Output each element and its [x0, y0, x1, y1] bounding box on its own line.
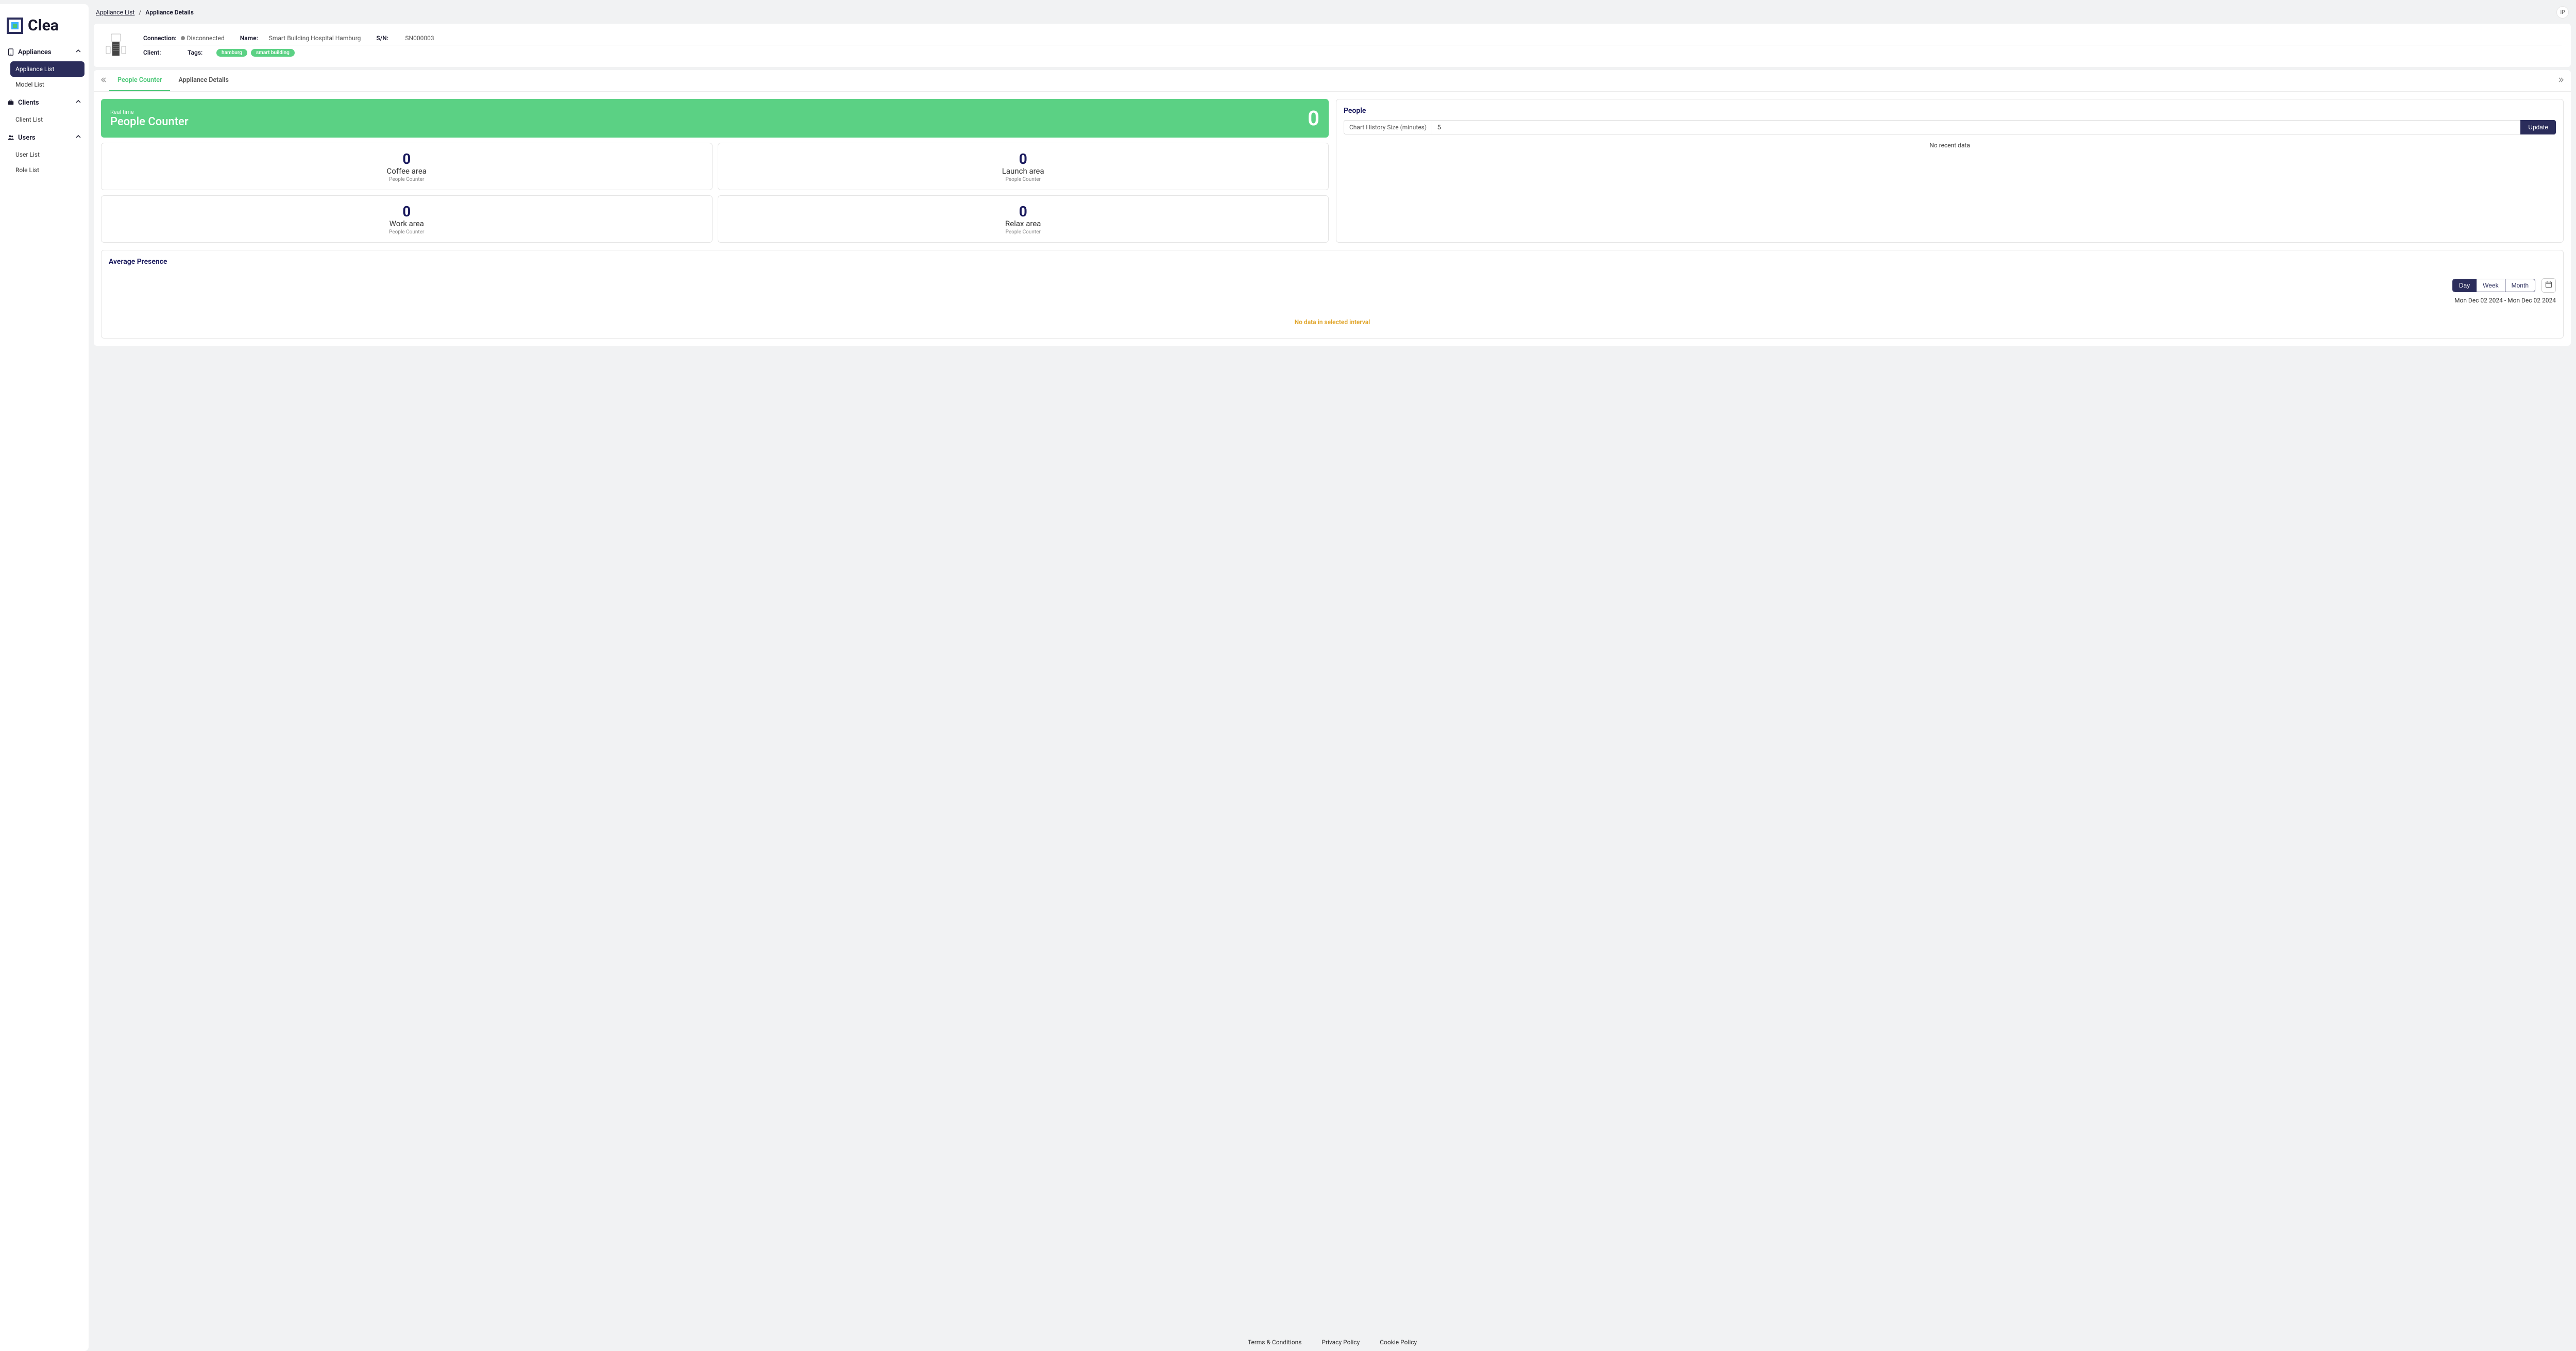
- sn-value: SN000003: [405, 35, 434, 42]
- connection-label: Connection:: [143, 35, 177, 42]
- status-dot-icon: [181, 36, 185, 40]
- footer-terms-link[interactable]: Terms & Conditions: [1248, 1339, 1302, 1346]
- chevron-up-icon: [75, 133, 81, 142]
- history-size-label: Chart History Size (minutes): [1344, 120, 1432, 134]
- segment-day[interactable]: Day: [2453, 279, 2476, 292]
- calendar-button[interactable]: [2541, 278, 2556, 293]
- tablet-icon: [7, 48, 14, 56]
- area-caption: People Counter: [109, 229, 705, 235]
- breadcrumb-link[interactable]: Appliance List: [96, 9, 134, 16]
- area-name: Launch area: [725, 166, 1321, 176]
- breadcrumb: Appliance List / Appliance Details: [96, 9, 194, 16]
- update-button[interactable]: Update: [2520, 120, 2556, 134]
- main-content: Appliance List / Appliance Details IP: [89, 0, 2576, 1351]
- sn-label: S/N:: [376, 35, 401, 42]
- brand-logo: Clea: [4, 13, 84, 44]
- client-label: Client:: [143, 49, 168, 56]
- segment-week[interactable]: Week: [2476, 279, 2504, 292]
- name-label: Name:: [240, 35, 265, 42]
- area-name: Coffee area: [109, 166, 705, 176]
- people-chart-title: People: [1344, 107, 2556, 115]
- tab-appliance-details[interactable]: Appliance Details: [170, 70, 237, 91]
- device-icon: [103, 31, 132, 60]
- nav-group-label: Users: [18, 134, 36, 142]
- sidebar-item-role-list[interactable]: Role List: [10, 162, 84, 178]
- tab-people-counter[interactable]: People Counter: [109, 70, 170, 91]
- area-card-coffee: 0 Coffee area People Counter: [101, 143, 713, 190]
- tab-bar: People Counter Appliance Details: [94, 70, 2571, 92]
- area-card-relax: 0 Relax area People Counter: [718, 195, 1329, 243]
- chevron-up-icon: [75, 98, 81, 107]
- area-caption: People Counter: [725, 229, 1321, 235]
- briefcase-icon: [7, 99, 14, 106]
- area-caption: People Counter: [725, 177, 1321, 182]
- nav-group-appliances[interactable]: Appliances: [4, 44, 84, 60]
- hero-title: People Counter: [110, 115, 189, 128]
- area-name: Work area: [109, 219, 705, 228]
- area-value: 0: [725, 150, 1321, 167]
- avg-title: Average Presence: [109, 258, 2556, 266]
- tag: hamburg: [216, 49, 247, 57]
- breadcrumb-current: Appliance Details: [145, 9, 194, 16]
- realtime-column: Real time People Counter 0 0 Coffee area…: [101, 99, 1329, 243]
- sidebar: Clea Appliances Appliance List Model Lis…: [0, 4, 89, 1351]
- calendar-icon: [2545, 281, 2552, 290]
- sidebar-item-user-list[interactable]: User List: [10, 147, 84, 162]
- sidebar-item-appliance-list[interactable]: Appliance List: [10, 61, 84, 77]
- tag: smart building: [251, 49, 295, 57]
- date-range: Mon Dec 02 2024 - Mon Dec 02 2024: [109, 297, 2556, 304]
- segment-month[interactable]: Month: [2505, 279, 2535, 292]
- connection-value: Disconnected: [181, 35, 225, 42]
- chevron-up-icon: [75, 48, 81, 56]
- logo-icon: [6, 17, 24, 35]
- nav-group-label: Clients: [18, 99, 39, 107]
- people-chart-empty: No recent data: [1344, 142, 2556, 149]
- sidebar-item-model-list[interactable]: Model List: [10, 77, 84, 92]
- people-chart-card: People Chart History Size (minutes) Upda…: [1336, 99, 2564, 243]
- users-icon: [7, 134, 14, 141]
- nav-group-users[interactable]: Users: [4, 129, 84, 146]
- sidebar-item-client-list[interactable]: Client List: [10, 112, 84, 127]
- time-range-segment: Day Week Month: [2452, 279, 2535, 292]
- nav-group-label: Appliances: [18, 48, 52, 56]
- area-name: Relax area: [725, 219, 1321, 228]
- tags-container: hamburg smart building: [216, 48, 297, 57]
- tab-scroll-left-icon[interactable]: [97, 77, 109, 85]
- area-card-work: 0 Work area People Counter: [101, 195, 713, 243]
- area-value: 0: [725, 203, 1321, 220]
- nav-group-clients[interactable]: Clients: [4, 94, 84, 111]
- area-caption: People Counter: [109, 177, 705, 182]
- tags-label: Tags:: [188, 49, 212, 56]
- average-presence-card: Average Presence Day Week Month Mon Dec …: [101, 250, 2564, 339]
- area-value: 0: [109, 150, 705, 167]
- history-size-input[interactable]: [1432, 120, 2520, 134]
- footer-privacy-link[interactable]: Privacy Policy: [1321, 1339, 1360, 1346]
- hero-subtitle: Real time: [110, 109, 189, 115]
- tab-scroll-right-icon[interactable]: [2555, 77, 2568, 85]
- avg-empty-message: No data in selected interval: [109, 318, 2556, 326]
- footer-cookie-link[interactable]: Cookie Policy: [1380, 1339, 1417, 1346]
- brand-name: Clea: [28, 16, 59, 35]
- avatar[interactable]: IP: [2556, 6, 2569, 19]
- hero-value: 0: [1308, 106, 1319, 130]
- name-value: Smart Building Hospital Hamburg: [269, 35, 361, 42]
- realtime-hero: Real time People Counter 0: [101, 99, 1329, 138]
- area-value: 0: [109, 203, 705, 220]
- area-card-launch: 0 Launch area People Counter: [718, 143, 1329, 190]
- footer: Terms & Conditions Privacy Policy Cookie…: [94, 1330, 2571, 1351]
- appliance-header-panel: Connection: Disconnected Name: Smart Bui…: [94, 24, 2571, 67]
- breadcrumb-separator: /: [139, 9, 141, 16]
